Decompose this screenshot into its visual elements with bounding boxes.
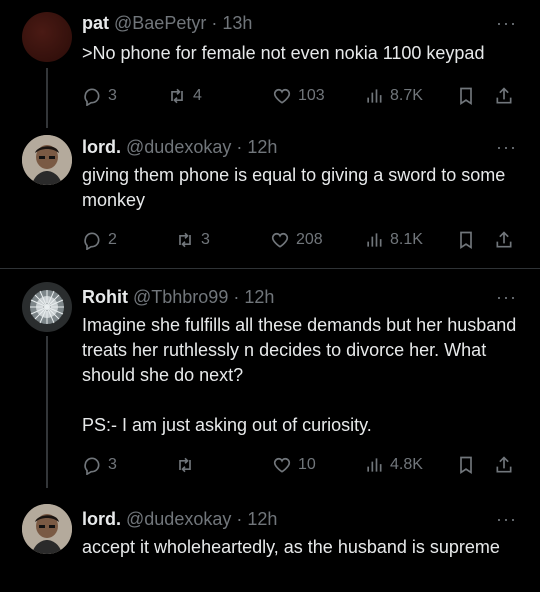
views-button[interactable]: 8.1K (364, 228, 423, 252)
like-button[interactable]: 10 (272, 453, 316, 477)
timestamp[interactable]: 13h (222, 13, 252, 33)
thread-line (46, 68, 48, 128)
avatar-lord[interactable] (22, 504, 72, 554)
tweet-3[interactable]: Rohit @Tbhbro99 · 12h ··· Imagine she fu… (0, 270, 540, 490)
views-icon (367, 89, 382, 103)
like-count: 10 (298, 456, 316, 473)
reply-button[interactable]: 3 (82, 453, 117, 477)
like-icon (273, 88, 291, 104)
tweet-2[interactable]: lord. @dudexokay · 12h ··· giving them p… (0, 130, 540, 267)
like-button[interactable]: 103 (272, 84, 325, 108)
views-count: 8.1K (390, 231, 423, 248)
retweet-button[interactable]: 4 (167, 84, 202, 108)
bookmark-icon (460, 231, 472, 250)
views-button[interactable]: 8.7K (364, 84, 423, 108)
tweet-text: accept it wholeheartedly, as the husband… (82, 537, 500, 557)
timestamp[interactable]: 12h (247, 509, 277, 529)
share-button[interactable] (494, 228, 514, 252)
retweet-count: 4 (193, 87, 202, 104)
views-icon (367, 458, 382, 472)
share-button[interactable] (494, 453, 514, 477)
share-icon (496, 87, 512, 104)
bookmark-button[interactable] (456, 453, 476, 477)
dandelion-icon (22, 282, 72, 332)
tweet-text: giving them phone is equal to giving a s… (82, 165, 511, 210)
like-icon (271, 232, 289, 248)
more-options-icon[interactable]: ··· (496, 510, 518, 528)
display-name[interactable]: lord. (82, 509, 121, 529)
share-button[interactable] (494, 84, 514, 108)
handle[interactable]: @dudexokay (126, 509, 231, 529)
retweet-count: 3 (201, 231, 210, 248)
avatar-pat[interactable] (22, 12, 72, 62)
reply-count: 3 (108, 456, 117, 473)
reply-button[interactable]: 3 (82, 84, 117, 108)
action-bar: 3 4 103 8.7K (82, 84, 522, 108)
handle[interactable]: @BaePetyr (114, 13, 206, 33)
tweet-header: Rohit @Tbhbro99 · 12h (82, 287, 275, 307)
avatar-face-icon (22, 504, 72, 554)
avatar-face-icon (22, 135, 72, 185)
tweet-1[interactable]: pat @BaePetyr · 13h ··· >No phone for fe… (0, 0, 540, 130)
reply-icon (84, 232, 100, 250)
timestamp[interactable]: 12h (247, 137, 277, 157)
tweet-text: Imagine she fulfills all these demands b… (82, 315, 517, 435)
tweet-text: >No phone for female not even nokia 1100… (82, 43, 485, 63)
reply-count: 3 (108, 87, 117, 104)
more-options-icon[interactable]: ··· (496, 288, 518, 306)
timestamp[interactable]: 12h (244, 287, 274, 307)
retweet-button[interactable] (175, 453, 201, 477)
action-bar: 3 10 4.8K (82, 453, 522, 477)
retweet-icon (179, 457, 191, 473)
bookmark-icon (460, 87, 472, 106)
more-options-icon[interactable]: ··· (496, 138, 518, 156)
avatar-lord[interactable] (22, 135, 72, 185)
tweet-header: lord. @dudexokay · 12h (82, 509, 278, 529)
display-name[interactable]: lord. (82, 137, 121, 157)
like-button[interactable]: 208 (270, 228, 323, 252)
reply-button[interactable]: 2 (82, 228, 117, 252)
divider (0, 268, 540, 269)
handle[interactable]: @Tbhbro99 (133, 287, 228, 307)
thread-line (46, 336, 48, 488)
bookmark-button[interactable] (456, 84, 476, 108)
share-icon (496, 456, 512, 473)
views-count: 4.8K (390, 456, 423, 473)
share-icon (496, 231, 512, 248)
like-count: 208 (296, 231, 323, 248)
like-icon (273, 457, 291, 473)
retweet-icon (179, 232, 191, 248)
reply-icon (84, 88, 100, 106)
display-name[interactable]: Rohit (82, 287, 128, 307)
retweet-button[interactable]: 3 (175, 228, 210, 252)
more-options-icon[interactable]: ··· (496, 14, 518, 32)
tweet-4[interactable]: lord. @dudexokay · 12h ··· accept it who… (0, 490, 540, 592)
tweet-header: pat @BaePetyr · 13h (82, 13, 253, 33)
handle[interactable]: @dudexokay (126, 137, 231, 157)
bookmark-icon (460, 456, 472, 475)
views-button[interactable]: 4.8K (364, 453, 423, 477)
retweet-icon (171, 88, 183, 104)
like-count: 103 (298, 87, 325, 104)
views-count: 8.7K (390, 87, 423, 104)
tweet-header: lord. @dudexokay · 12h (82, 137, 278, 157)
display-name[interactable]: pat (82, 13, 109, 33)
avatar-rohit[interactable] (22, 282, 72, 332)
reply-count: 2 (108, 231, 117, 248)
bookmark-button[interactable] (456, 228, 476, 252)
views-icon (367, 233, 382, 247)
reply-icon (84, 457, 100, 475)
action-bar: 2 3 208 8.1K (82, 228, 522, 252)
